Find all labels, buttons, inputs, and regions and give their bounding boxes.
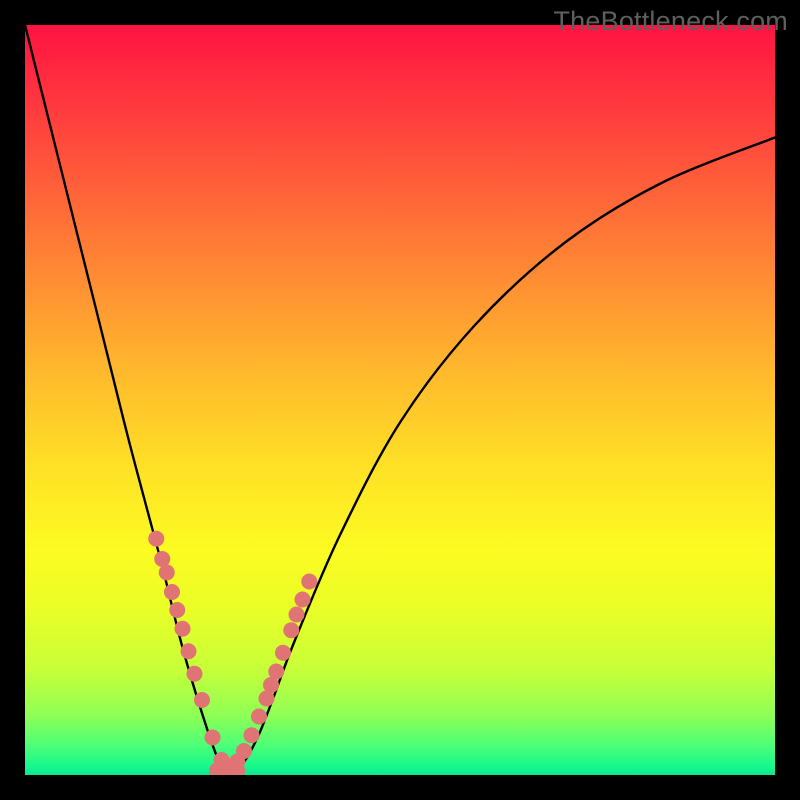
data-dot — [244, 727, 260, 743]
dots-right-cluster — [229, 574, 317, 770]
data-dot — [175, 621, 191, 637]
data-dot — [268, 664, 284, 680]
plot-area — [25, 25, 775, 775]
dots-bottom-cluster — [209, 763, 245, 776]
data-dot — [194, 692, 210, 708]
data-dot — [164, 584, 180, 600]
data-dot — [187, 666, 203, 682]
bottleneck-curve — [25, 25, 775, 771]
dots-left-cluster — [148, 531, 229, 768]
watermark-text: TheBottleneck.com — [553, 6, 788, 37]
data-dot — [275, 645, 291, 661]
data-dot — [283, 622, 299, 638]
chart-frame: TheBottleneck.com — [0, 0, 800, 800]
data-dot — [159, 565, 175, 581]
data-dot — [295, 592, 311, 608]
data-dot — [236, 743, 252, 759]
data-dot — [205, 730, 221, 746]
data-dot — [169, 602, 185, 618]
chart-svg — [25, 25, 775, 775]
data-dot — [301, 574, 317, 590]
data-dot — [148, 531, 164, 547]
data-dot — [251, 709, 267, 725]
data-dot — [289, 607, 305, 623]
data-dot — [181, 643, 197, 659]
